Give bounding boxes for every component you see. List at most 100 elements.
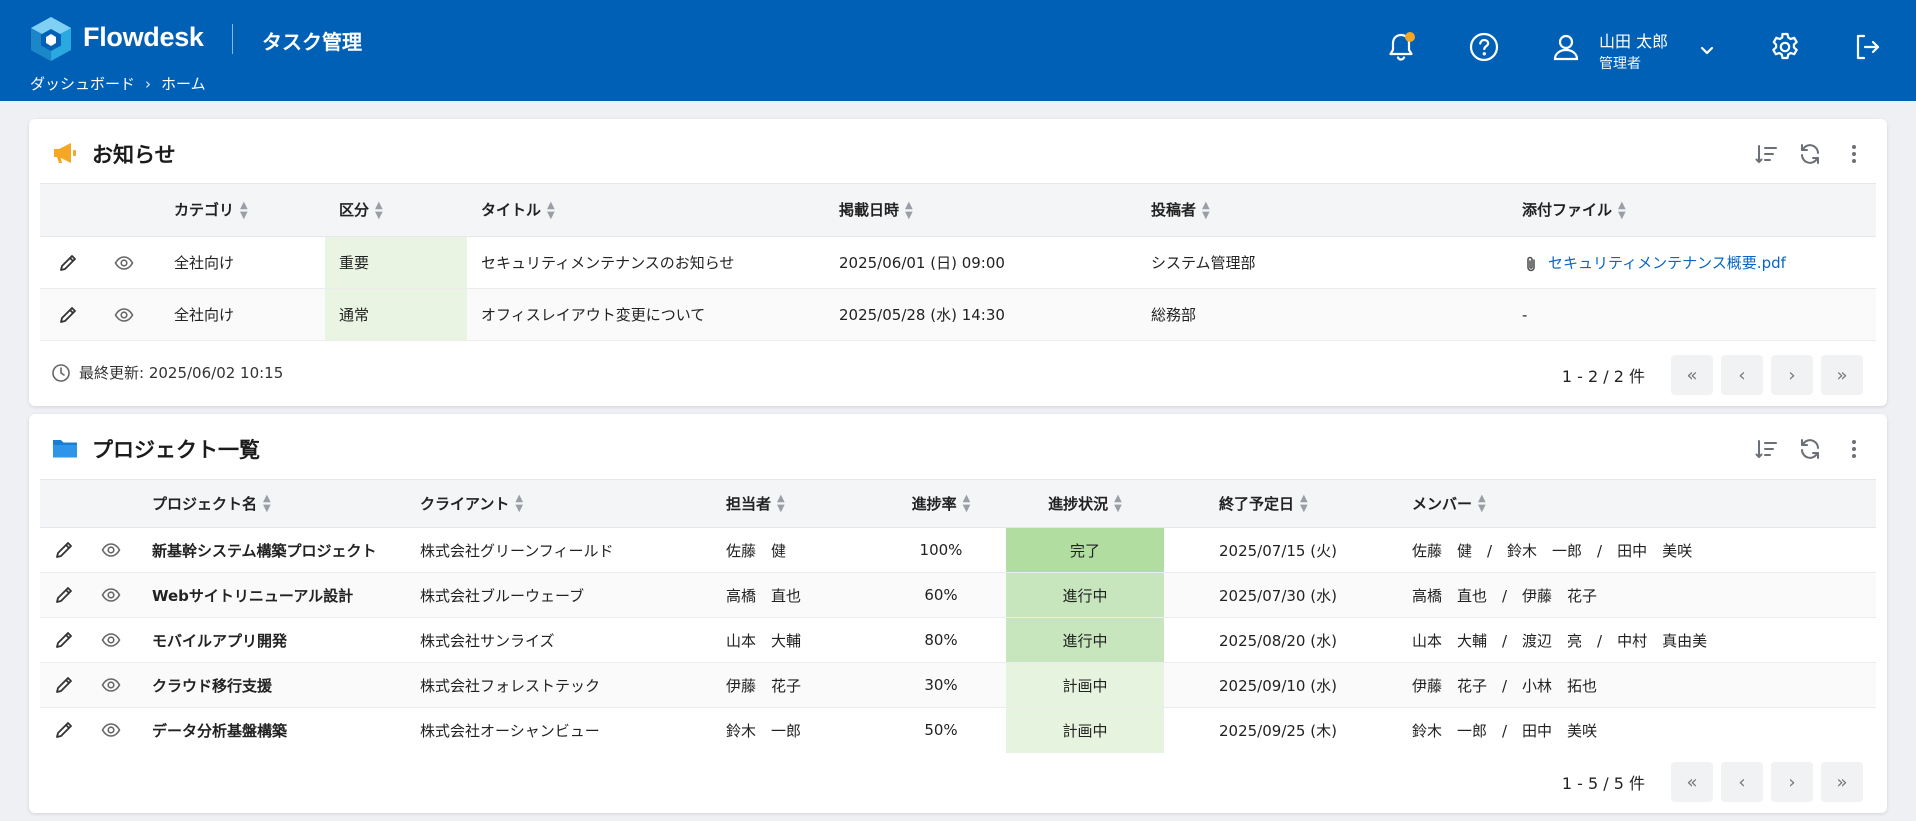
prev-page-button[interactable]: ‹ (1721, 762, 1763, 802)
row-view-button[interactable] (87, 527, 134, 573)
eye-icon (114, 307, 134, 322)
cell-project-name[interactable]: モバイルアプリ開発 (134, 617, 420, 663)
cell-progress: 80% (876, 617, 1006, 663)
row-edit-button[interactable] (40, 572, 87, 618)
projects-sort-button[interactable] (1753, 436, 1779, 462)
table-row: 新基幹システム構築プロジェクト 株式会社グリーンフィールド 佐藤 健 100% … (40, 527, 1876, 573)
cell-project-name[interactable]: 新基幹システム構築プロジェクト (134, 527, 420, 573)
pencil-icon (55, 587, 72, 603)
refresh-icon (1801, 144, 1819, 164)
notices-sort-button[interactable] (1753, 141, 1779, 167)
row-edit-button[interactable] (40, 236, 96, 289)
flowdesk-logo-icon[interactable] (30, 16, 72, 62)
notices-table: カテゴリ ▲ ▼ 区分 ▲ ▼ タイトル ▲ ▼ 掲載日時 ▲ ▼ 投稿者 ▲ ▼ 添付ファイル ▲ ▼… (40, 183, 1876, 341)
record-count: 1 - 5 / 5 件 (1561, 774, 1645, 793)
notices-refresh-button[interactable] (1797, 141, 1823, 167)
breadcrumb-home[interactable]: ホーム (161, 73, 206, 94)
col-header-project-name[interactable]: プロジェクト名 ▲ ▼ (134, 479, 420, 528)
brand-name[interactable]: Flowdesk (83, 22, 204, 53)
row-view-button[interactable] (87, 708, 134, 753)
logout-button[interactable] (1850, 30, 1884, 64)
cell-title: セキュリティメンテナンスのお知らせ (467, 236, 827, 289)
cell-project-name[interactable]: クラウド移行支援 (134, 662, 420, 708)
view-col-header (96, 183, 152, 237)
cell-progress: 50% (924, 721, 958, 740)
row-view-button[interactable] (87, 572, 134, 618)
col-header-title[interactable]: タイトル ▲ ▼ (467, 183, 827, 237)
notices-card: お知らせ カテゴリ ▲ ▼ 区分 ▲ ▼ タイトル ▲ ▼ 掲載日時 ▲ ▼ 投… (29, 119, 1887, 406)
notification-dot (1405, 32, 1415, 42)
projects-refresh-button[interactable] (1797, 436, 1823, 462)
next-page-button[interactable]: › (1771, 355, 1813, 395)
sort-icon: ▲ ▼ (1114, 493, 1122, 515)
help-button[interactable] (1467, 30, 1501, 64)
help-circle-icon (1469, 32, 1499, 62)
col-header-owner[interactable]: 担当者 ▲ ▼ (726, 479, 876, 528)
col-header-attachment[interactable]: 添付ファイル ▲ ▼ (1522, 183, 1876, 237)
row-edit-button[interactable] (40, 708, 87, 753)
table-row: 全社向け 通常 オフィスレイアウト変更について 2025/05/28 (水) 1… (40, 288, 1876, 341)
chevron-down-icon[interactable] (1697, 40, 1717, 60)
col-header-due-date[interactable]: 終了予定日 ▲ ▼ (1164, 479, 1397, 528)
notices-more-button[interactable] (1841, 141, 1867, 167)
projects-more-button[interactable] (1841, 436, 1867, 462)
brand-divider (232, 24, 233, 54)
cell-project-name[interactable]: Webサイトリニューアル設計 (134, 572, 420, 618)
app-header: Flowdesk タスク管理 ダッシュボード › ホーム 山田 太郎 管理者 (0, 0, 1916, 101)
row-view-button[interactable] (87, 617, 134, 663)
paperclip-icon (1527, 256, 1535, 271)
projects-card: プロジェクト一覧 プロジェクト名 ▲ ▼ クライアント ▲ ▼ 担当者 ▲ ▼ … (29, 414, 1887, 813)
user-menu-button[interactable] (1549, 30, 1583, 64)
first-page-button[interactable]: « (1671, 762, 1713, 802)
cell-project-name[interactable]: データ分析基盤構築 (134, 708, 420, 753)
col-header-progress[interactable]: 進捗率 ▲ ▼ (876, 479, 1006, 528)
breadcrumb-dashboard[interactable]: ダッシュボード (30, 73, 135, 94)
col-header-members[interactable]: メンバー ▲ ▼ (1397, 479, 1876, 528)
sort-icon: ▲ ▼ (263, 493, 271, 515)
cell-type: 重要 (325, 236, 467, 289)
cell-client: 株式会社サンライズ (420, 617, 726, 663)
col-header-date[interactable]: 掲載日時 ▲ ▼ (827, 183, 1139, 237)
sort-filter-icon (1755, 145, 1777, 164)
row-edit-button[interactable] (40, 527, 87, 573)
cell-client: 株式会社フォレストテック (420, 662, 726, 708)
row-view-button[interactable] (96, 236, 152, 289)
last-page-button[interactable]: » (1821, 762, 1863, 802)
user-name[interactable]: 山田 太郎 (1599, 28, 1668, 52)
table-row: Webサイトリニューアル設計 株式会社ブルーウェーブ 高橋 直也 60% 進行中… (40, 572, 1876, 618)
col-header-client[interactable]: クライアント ▲ ▼ (420, 479, 726, 528)
last-updated: 最終更新: 2025/06/02 10:15 (51, 362, 283, 383)
table-row: クラウド移行支援 株式会社フォレストテック 伊藤 花子 30% 計画中 2025… (40, 662, 1876, 708)
notices-card-header: お知らせ (29, 119, 1887, 183)
pencil-icon (60, 254, 76, 271)
row-edit-button[interactable] (40, 662, 87, 708)
more-vertical-icon (1852, 440, 1856, 458)
cell-author: 総務部 (1139, 288, 1522, 341)
col-header-status[interactable]: 進捗状況 ▲ ▼ (1006, 479, 1164, 528)
row-edit-button[interactable] (40, 288, 96, 341)
attachment-link[interactable]: セキュリティメンテナンス概要.pdf (1548, 254, 1786, 272)
col-header-category[interactable]: カテゴリ ▲ ▼ (152, 183, 325, 237)
col-header-type[interactable]: 区分 ▲ ▼ (325, 183, 467, 237)
prev-page-button[interactable]: ‹ (1721, 355, 1763, 395)
pencil-icon (55, 677, 72, 693)
cell-title: オフィスレイアウト変更について (467, 288, 827, 341)
folder-icon (53, 440, 77, 458)
row-view-button[interactable] (96, 288, 152, 341)
settings-button[interactable] (1768, 30, 1802, 64)
cell-client: 株式会社グリーンフィールド (420, 527, 726, 573)
notification-bell-button[interactable] (1384, 30, 1418, 64)
row-edit-button[interactable] (40, 617, 87, 663)
projects-card-header: プロジェクト一覧 (29, 414, 1887, 478)
projects-toolbar (1753, 436, 1867, 462)
col-header-author[interactable]: 投稿者 ▲ ▼ (1139, 183, 1522, 237)
cell-members: 高橋 直也 / 伊藤 花子 (1397, 572, 1876, 618)
status-badge: 完了 (1006, 527, 1164, 573)
next-page-button[interactable]: › (1771, 762, 1813, 802)
last-page-button[interactable]: » (1821, 355, 1863, 395)
cell-progress: 100% (876, 527, 1006, 573)
first-page-button[interactable]: « (1671, 355, 1713, 395)
row-view-button[interactable] (87, 662, 134, 708)
eye-icon (101, 588, 120, 602)
eye-icon (101, 633, 120, 647)
